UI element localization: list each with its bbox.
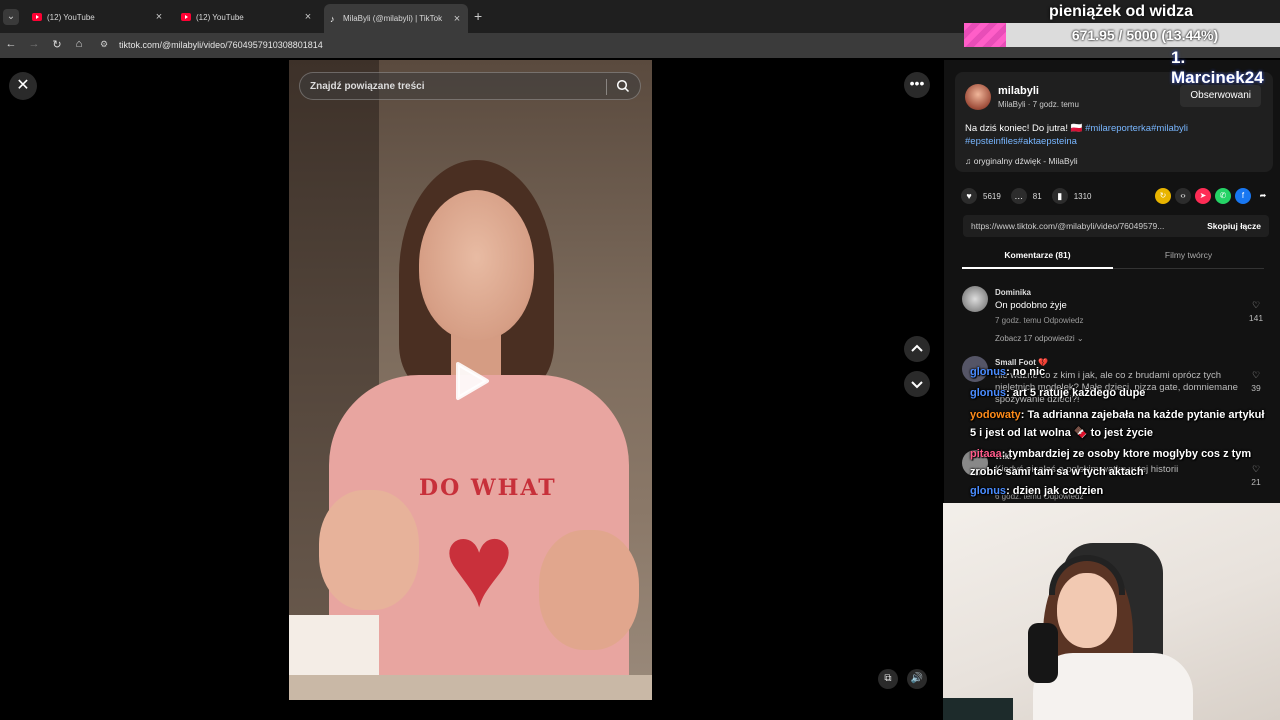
webcam-overlay bbox=[943, 503, 1280, 720]
share-arrow-icon[interactable]: ➦ bbox=[1255, 188, 1271, 204]
related-search[interactable]: Znajdź powiązane treści bbox=[299, 72, 641, 100]
username[interactable]: milabyli bbox=[998, 85, 1039, 97]
like-button[interactable]: ♥ 5619 bbox=[961, 188, 1001, 204]
close-tab-icon[interactable]: × bbox=[450, 13, 464, 25]
close-video-button[interactable]: ✕ bbox=[9, 72, 37, 100]
chat-user: yodowaty bbox=[970, 409, 1021, 421]
youtube-icon bbox=[32, 13, 42, 21]
embed-icon[interactable]: ‹› bbox=[1175, 188, 1191, 204]
url-field[interactable]: tiktok.com/@milabyli/video/7604957910308… bbox=[119, 40, 323, 50]
chat-message: glonus: art 5 ratuje każdego dupe bbox=[970, 387, 1145, 399]
chat-message: yodowaty: Ta adrianna zajebała na każde … bbox=[970, 406, 1270, 442]
reload-icon[interactable]: ↻ bbox=[50, 38, 64, 51]
tab-youtube-1[interactable]: (12) YouTube × bbox=[26, 6, 170, 28]
chat-user: glonus bbox=[970, 387, 1007, 399]
search-icon[interactable] bbox=[616, 79, 630, 93]
comment-count: 81 bbox=[1032, 191, 1042, 201]
comment-button[interactable]: … 81 bbox=[1010, 188, 1042, 204]
chat-user: glonus bbox=[970, 366, 1007, 378]
more-options-icon[interactable]: ••• bbox=[904, 72, 930, 98]
tab-creator-videos[interactable]: Filmy twórcy bbox=[1113, 250, 1264, 260]
donation-title: pieniążek od widza bbox=[1049, 3, 1194, 20]
panel-tabs: Komentarze (81) Filmy twórcy bbox=[962, 243, 1264, 269]
chat-text: : no nic bbox=[1006, 366, 1046, 378]
chevron-up-icon bbox=[911, 344, 923, 352]
heart-icon: ♥ bbox=[961, 188, 977, 204]
tab-title: (12) YouTube bbox=[196, 12, 244, 22]
previous-video-button[interactable] bbox=[904, 336, 930, 362]
comment-like-count: 141 bbox=[1248, 313, 1264, 323]
comment-like-count: 39 bbox=[1251, 383, 1261, 393]
avatar[interactable] bbox=[965, 84, 991, 110]
donation-progress-bar: 671.95 / 5000 (13.44%) bbox=[964, 23, 1280, 47]
bookmark-icon: ▮ bbox=[1051, 188, 1068, 204]
comment-like-icon[interactable]: ♡ bbox=[1249, 300, 1263, 311]
heart-graphic: ♥ bbox=[443, 498, 515, 632]
whatsapp-icon[interactable]: ✆ bbox=[1215, 188, 1231, 204]
like-count: 5619 bbox=[983, 191, 1001, 201]
donation-goal-overlay: pieniążek od widza 671.95 / 5000 (13.44%… bbox=[964, 0, 1280, 50]
chat-text: : dzien jak codzien bbox=[1006, 485, 1104, 497]
video-link[interactable]: https://www.tiktok.com/@milabyli/video/7… bbox=[971, 221, 1185, 231]
save-count: 1310 bbox=[1073, 191, 1092, 201]
comment-icon: … bbox=[1010, 188, 1027, 204]
tab-title: MilaByli (@milabyli) | TikTok bbox=[343, 14, 443, 23]
list-item: Dominika On podobno żyje 7 godz. temu Od… bbox=[962, 286, 1280, 346]
pip-icon[interactable]: ⧉ bbox=[878, 669, 898, 689]
microphone-icon bbox=[1028, 623, 1058, 683]
close-tab-icon[interactable]: × bbox=[152, 11, 166, 23]
avatar[interactable] bbox=[962, 286, 988, 312]
home-icon[interactable]: ⌂ bbox=[72, 38, 86, 50]
play-icon[interactable] bbox=[454, 361, 490, 401]
comment-author[interactable]: Dominika bbox=[995, 288, 1031, 297]
tab-youtube-2[interactable]: (12) YouTube × bbox=[175, 6, 319, 28]
video-person-face bbox=[419, 190, 534, 340]
tiktok-icon: ♪ bbox=[330, 13, 335, 24]
top-donor-label: 1. Marcinek24 bbox=[1171, 48, 1264, 87]
copy-link-button[interactable]: Skopiuj łącze bbox=[1207, 221, 1261, 231]
send-icon[interactable]: ➤ bbox=[1195, 188, 1211, 204]
chat-text: : tymbardziej ze osoby ktore moglyby cos… bbox=[970, 448, 1252, 478]
save-button[interactable]: ▮ 1310 bbox=[1051, 188, 1092, 204]
chat-message: glonus: no nic bbox=[970, 366, 1045, 378]
engagement-row: ♥ 5619 … 81 ▮ 1310 bbox=[961, 187, 1102, 205]
site-info-icon[interactable]: ⚙ bbox=[100, 39, 108, 50]
repost-icon[interactable]: ↻ bbox=[1155, 188, 1171, 204]
comment-like-icon[interactable]: ♡ bbox=[1249, 370, 1263, 381]
search-input[interactable]: Znajdź powiązane treści bbox=[310, 81, 424, 92]
tab-search-chevron-icon[interactable]: ⌄ bbox=[3, 9, 19, 25]
tab-tiktok[interactable]: ♪ MilaByli (@milabyli) | TikTok × bbox=[324, 4, 468, 33]
next-video-button[interactable] bbox=[904, 371, 930, 397]
comment-text: On podobno żyje bbox=[995, 300, 1067, 311]
tab-title: (12) YouTube bbox=[47, 12, 95, 22]
new-tab-button[interactable]: + bbox=[474, 8, 482, 24]
forward-icon[interactable]: → bbox=[27, 38, 41, 50]
youtube-icon bbox=[181, 13, 191, 21]
keyboard bbox=[943, 698, 1013, 720]
view-replies-button[interactable]: Zobacz 17 odpowiedzi ⌄ bbox=[995, 334, 1084, 343]
description-text: Na dziś koniec! Do jutra! 🇵🇱 bbox=[965, 123, 1086, 134]
donation-amount: 671.95 / 5000 (13.44%) bbox=[1071, 27, 1219, 43]
copy-link-row: https://www.tiktok.com/@milabyli/video/7… bbox=[963, 215, 1269, 237]
follow-button[interactable]: Obserwowani bbox=[1180, 85, 1261, 107]
close-tab-icon[interactable]: × bbox=[301, 11, 315, 23]
tab-comments[interactable]: Komentarze (81) bbox=[962, 250, 1113, 260]
user-subline: MilaByli · 7 godz. temu bbox=[998, 100, 1079, 109]
sound-link[interactable]: ♫ oryginalny dźwięk - MilaByli bbox=[965, 156, 1078, 166]
volume-icon[interactable]: 🔊 bbox=[907, 669, 927, 689]
chat-message: pitaaa: tymbardziej ze osoby ktore mogly… bbox=[970, 445, 1270, 481]
chat-user: pitaaa bbox=[970, 448, 1002, 460]
facebook-icon[interactable]: f bbox=[1235, 188, 1251, 204]
post-description: Na dziś koniec! Do jutra! 🇵🇱 #milareport… bbox=[965, 122, 1265, 148]
chat-text: : art 5 ratuje każdego dupe bbox=[1006, 387, 1146, 399]
chevron-down-icon bbox=[911, 381, 923, 389]
chat-user: glonus bbox=[970, 485, 1007, 497]
share-row: ↻ ‹› ➤ ✆ f ➦ bbox=[1155, 188, 1271, 204]
chat-message: glonus: dzien jak codzien bbox=[970, 485, 1103, 497]
sound-name: oryginalny dźwięk - MilaByli bbox=[973, 156, 1078, 166]
back-icon[interactable]: ← bbox=[4, 38, 18, 50]
comment-meta[interactable]: 7 godz. temu Odpowiedz bbox=[995, 316, 1084, 325]
